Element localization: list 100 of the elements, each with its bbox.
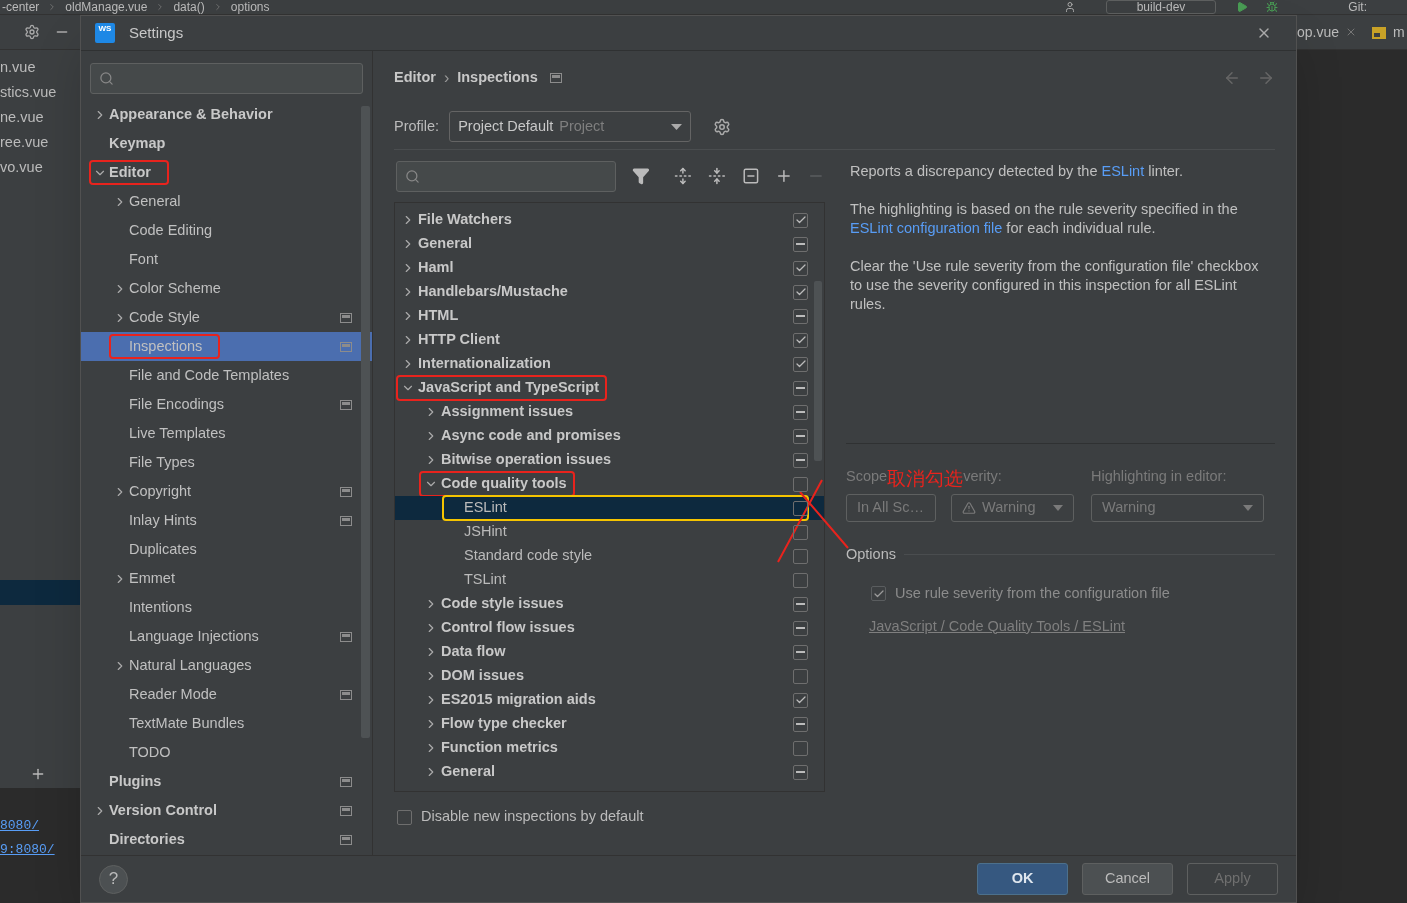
editor-tab[interactable]: m: [1393, 21, 1405, 43]
checkbox[interactable]: [793, 308, 808, 324]
inspection-row[interactable]: DOM issues: [395, 664, 824, 688]
checkbox[interactable]: [793, 452, 808, 468]
breadcrumb-item[interactable]: Inspections: [457, 66, 538, 89]
settings-nav-item[interactable]: Live Templates: [81, 419, 372, 448]
breadcrumb-item[interactable]: -center: [2, 1, 40, 13]
settings-nav-item[interactable]: Directories: [81, 825, 372, 854]
settings-nav-item[interactable]: Version Control: [81, 796, 372, 825]
settings-nav-item[interactable]: Language Injections: [81, 622, 372, 651]
settings-nav-item[interactable]: File Types: [81, 448, 372, 477]
link[interactable]: ESLint: [1101, 163, 1145, 179]
settings-nav-item[interactable]: TODO: [81, 738, 372, 767]
help-button[interactable]: ?: [99, 864, 128, 894]
settings-nav-item[interactable]: Copyright: [81, 477, 372, 506]
link[interactable]: ESLint configuration file: [850, 220, 1003, 236]
inspection-row[interactable]: Code style issues: [395, 592, 824, 616]
checkbox[interactable]: [793, 716, 808, 732]
inspection-row[interactable]: Standard code style: [395, 544, 824, 568]
checkbox[interactable]: [793, 356, 808, 372]
checkbox[interactable]: [793, 284, 808, 300]
checkbox[interactable]: [793, 524, 808, 540]
inspection-row[interactable]: Internationalization: [395, 352, 824, 376]
profile-dropdown[interactable]: Project Default Project: [449, 111, 692, 142]
checkbox[interactable]: [793, 500, 808, 516]
inspection-row[interactable]: File Watchers: [395, 208, 824, 232]
checkbox[interactable]: [793, 692, 808, 708]
inspection-row[interactable]: Async code and promises: [395, 424, 824, 448]
breadcrumb-item[interactable]: Editor: [394, 66, 436, 89]
settings-nav-item[interactable]: Font: [81, 245, 372, 274]
checkbox[interactable]: [793, 596, 808, 612]
inspection-row[interactable]: Haml: [395, 256, 824, 280]
settings-nav-item[interactable]: Reader Mode: [81, 680, 372, 709]
inspection-row[interactable]: JSHint: [395, 520, 824, 544]
user-icon[interactable]: [1063, 1, 1076, 13]
checkbox[interactable]: [793, 548, 808, 564]
inspection-row[interactable]: HTTP Client: [395, 328, 824, 352]
project-file[interactable]: ne.vue: [0, 105, 80, 130]
inspection-row[interactable]: Bitwise operation issues: [395, 448, 824, 472]
settings-nav-item[interactable]: Editor: [81, 158, 372, 187]
checkbox[interactable]: [793, 764, 808, 780]
settings-nav-item[interactable]: TextMate Bundles: [81, 709, 372, 738]
settings-nav-item[interactable]: Plugins: [81, 767, 372, 796]
expand-all-icon[interactable]: [673, 167, 692, 185]
settings-nav-item[interactable]: File and Code Templates: [81, 361, 372, 390]
settings-nav-item[interactable]: File Encodings: [81, 390, 372, 419]
inspection-row[interactable]: Flow type checker: [395, 712, 824, 736]
inspection-row[interactable]: Function metrics: [395, 736, 824, 760]
breadcrumb-item[interactable]: data(): [173, 1, 205, 13]
project-file[interactable]: ree.vue: [0, 130, 80, 155]
settings-nav-item[interactable]: Code Style: [81, 303, 372, 332]
inspection-row[interactable]: Assignment issues: [395, 400, 824, 424]
filter-icon[interactable]: [632, 167, 650, 185]
settings-nav-item[interactable]: Natural Languages: [81, 651, 372, 680]
checkbox[interactable]: [793, 380, 808, 396]
settings-nav-item[interactable]: Inlay Hints: [81, 506, 372, 535]
add-icon[interactable]: [30, 766, 46, 782]
settings-nav-item[interactable]: Intentions: [81, 593, 372, 622]
inspection-row[interactable]: Control flow issues: [395, 616, 824, 640]
run-configuration-dropdown[interactable]: build-dev: [1105, 0, 1217, 14]
settings-nav-item[interactable]: Appearance & Behavior: [81, 100, 372, 129]
settings-icon[interactable]: [713, 117, 732, 136]
checkbox[interactable]: [397, 809, 412, 825]
checkbox[interactable]: [793, 260, 808, 276]
terminal-link[interactable]: 8080/: [0, 816, 80, 836]
inspection-row[interactable]: ESLint: [395, 496, 824, 520]
editor-tab[interactable]: op.vue: [1297, 21, 1340, 43]
inspection-row[interactable]: General: [395, 760, 824, 784]
project-file[interactable]: vo.vue: [0, 155, 80, 180]
debug-icon[interactable]: [1266, 1, 1279, 13]
settings-nav-item[interactable]: Keymap: [81, 129, 372, 158]
checkbox[interactable]: [793, 476, 808, 492]
settings-nav-item[interactable]: General: [81, 187, 372, 216]
checkbox[interactable]: [793, 572, 808, 588]
project-file[interactable]: n.vue: [0, 55, 80, 80]
inspection-row[interactable]: Data flow: [395, 640, 824, 664]
settings-nav-item[interactable]: Emmet: [81, 564, 372, 593]
checkbox[interactable]: [793, 740, 808, 756]
checkbox[interactable]: [793, 404, 808, 420]
inspection-row[interactable]: General: [395, 232, 824, 256]
dialog-button[interactable]: OK: [977, 863, 1068, 895]
inspection-row[interactable]: HTML: [395, 304, 824, 328]
settings-nav-item[interactable]: Code Editing: [81, 216, 372, 245]
dialog-button[interactable]: Cancel: [1082, 863, 1173, 895]
breadcrumb-item[interactable]: oldManage.vue: [65, 1, 148, 13]
inspection-row[interactable]: TSLint: [395, 568, 824, 592]
settings-nav-item[interactable]: Color Scheme: [81, 274, 372, 303]
breadcrumb-item[interactable]: options: [230, 1, 270, 13]
settings-icon[interactable]: [24, 24, 40, 40]
inspection-row[interactable]: Handlebars/Mustache: [395, 280, 824, 304]
terminal-link[interactable]: 9:8080/: [0, 839, 80, 859]
run-icon[interactable]: [1236, 1, 1249, 13]
checkbox[interactable]: [793, 236, 808, 252]
checkbox[interactable]: [793, 212, 808, 228]
search-field[interactable]: [396, 160, 617, 192]
checkbox[interactable]: [793, 668, 808, 684]
inspection-row[interactable]: ES2015 migration aids: [395, 688, 824, 712]
reset-icon[interactable]: [741, 167, 760, 185]
checkbox[interactable]: [793, 428, 808, 444]
collapse-all-icon[interactable]: [707, 167, 726, 185]
